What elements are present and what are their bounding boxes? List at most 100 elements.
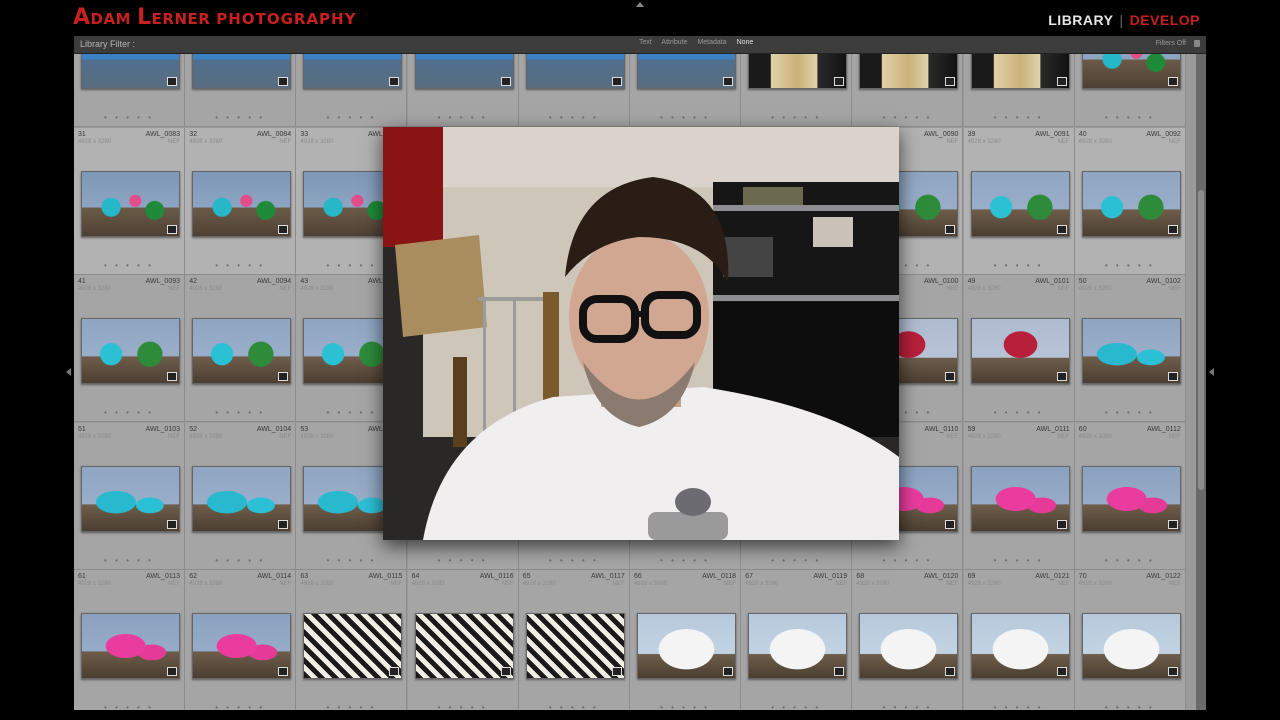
rating-dots[interactable]: • • • • • bbox=[185, 703, 295, 710]
photo-thumbnail[interactable] bbox=[970, 54, 1070, 89]
filter-tab-text[interactable]: Text bbox=[639, 39, 652, 46]
rating-dots[interactable]: • • • • • bbox=[296, 703, 406, 710]
thumbnail-cell[interactable]: 64 AWL_0116 4928 x 3280 NEF • • • • • bbox=[407, 570, 519, 710]
photo-thumbnail[interactable] bbox=[414, 54, 514, 89]
photo-thumbnail[interactable] bbox=[192, 613, 292, 679]
photo-thumbnail[interactable] bbox=[970, 170, 1070, 237]
rating-dots[interactable]: • • • • • bbox=[1075, 703, 1185, 710]
photo-thumbnail[interactable] bbox=[970, 318, 1070, 384]
photo-thumbnail[interactable] bbox=[637, 613, 736, 679]
thumbnail-cell[interactable]: 50 AWL_0102 4928 x 3280 NEF • • • • • bbox=[1074, 275, 1186, 422]
rating-dots[interactable]: • • • • • bbox=[852, 556, 962, 565]
photo-thumbnail[interactable] bbox=[192, 318, 292, 384]
photo-thumbnail[interactable] bbox=[859, 613, 959, 679]
thumbnail-cell[interactable]: 49 AWL_0101 4928 x 3280 NEF • • • • • bbox=[963, 275, 1075, 422]
photo-thumbnail[interactable] bbox=[192, 54, 292, 89]
thumbnail-cell[interactable]: 68 AWL_0120 4928 x 3280 NEF • • • • • bbox=[852, 570, 964, 710]
thumbnail-cell[interactable]: 39 AWL_0091 4928 x 3280 NEF • • • • • bbox=[963, 127, 1075, 275]
rating-dots[interactable]: • • • • • bbox=[185, 408, 295, 417]
photo-thumbnail[interactable] bbox=[1081, 54, 1181, 89]
thumbnail-cell[interactable]: 62 AWL_0114 4928 x 3280 NEF • • • • • bbox=[185, 570, 297, 710]
thumbnail-cell[interactable]: 63 AWL_0115 4928 x 3280 NEF • • • • • bbox=[296, 570, 408, 710]
rating-dots[interactable]: • • • • • bbox=[185, 261, 295, 270]
rating-dots[interactable]: • • • • • bbox=[185, 556, 295, 565]
thumbnail-cell[interactable]: 69 AWL_0121 4928 x 3280 NEF • • • • • bbox=[963, 570, 1075, 710]
thumbnail-cell[interactable]: 52 AWL_0104 4928 x 3280 NEF • • • • • bbox=[185, 422, 297, 570]
thumbnail-cell[interactable]: 65 AWL_0117 4928 x 3280 NEF • • • • • bbox=[518, 570, 630, 710]
thumbnail-cell[interactable]: • • • • • bbox=[630, 54, 741, 127]
rating-dots[interactable]: • • • • • bbox=[74, 113, 184, 122]
rating-dots[interactable]: • • • • • bbox=[630, 113, 740, 122]
photo-thumbnail[interactable] bbox=[525, 613, 625, 679]
thumbnail-cell[interactable]: 32 AWL_0084 4928 x 3280 NEF • • • • • bbox=[185, 127, 297, 275]
thumbnail-cell[interactable]: • • • • • bbox=[1074, 54, 1186, 127]
rating-dots[interactable]: • • • • • bbox=[408, 556, 518, 565]
rating-dots[interactable]: • • • • • bbox=[519, 703, 629, 710]
photo-thumbnail[interactable] bbox=[748, 613, 848, 679]
grid-scrollbar[interactable] bbox=[1196, 54, 1206, 710]
photo-thumbnail[interactable] bbox=[81, 170, 180, 237]
rating-dots[interactable]: • • • • • bbox=[74, 261, 184, 270]
photo-thumbnail[interactable] bbox=[970, 465, 1070, 532]
rating-dots[interactable]: • • • • • bbox=[185, 113, 295, 122]
rating-dots[interactable]: • • • • • bbox=[741, 703, 851, 710]
rating-dots[interactable]: • • • • • bbox=[1075, 408, 1185, 417]
develop-module-link[interactable]: DEVELOP bbox=[1130, 12, 1200, 28]
rating-dots[interactable]: • • • • • bbox=[964, 703, 1074, 710]
photo-thumbnail[interactable] bbox=[81, 318, 180, 384]
rating-dots[interactable]: • • • • • bbox=[741, 113, 851, 122]
rating-dots[interactable]: • • • • • bbox=[408, 113, 518, 122]
thumbnail-cell[interactable]: 70 AWL_0122 4928 x 3280 NEF • • • • • bbox=[1074, 570, 1186, 710]
thumbnail-cell[interactable]: 42 AWL_0094 4928 x 3280 NEF • • • • • bbox=[185, 275, 297, 422]
rating-dots[interactable]: • • • • • bbox=[630, 703, 740, 710]
filter-tab-none[interactable]: None bbox=[737, 39, 754, 46]
photo-thumbnail[interactable] bbox=[1081, 170, 1181, 237]
rating-dots[interactable]: • • • • • bbox=[741, 556, 851, 565]
rating-dots[interactable]: • • • • • bbox=[964, 556, 1074, 565]
photo-thumbnail[interactable] bbox=[81, 54, 180, 89]
library-module-link[interactable]: LIBRARY bbox=[1048, 12, 1113, 28]
rating-dots[interactable]: • • • • • bbox=[74, 408, 184, 417]
photo-thumbnail[interactable] bbox=[303, 613, 403, 679]
rating-dots[interactable]: • • • • • bbox=[852, 703, 962, 710]
filter-tab-attribute[interactable]: Attribute bbox=[661, 39, 687, 46]
thumbnail-cell[interactable]: 59 AWL_0111 4928 x 3280 NEF • • • • • bbox=[963, 422, 1075, 570]
thumbnail-cell[interactable]: • • • • • bbox=[852, 54, 964, 127]
rating-dots[interactable]: • • • • • bbox=[408, 703, 518, 710]
photo-thumbnail[interactable] bbox=[192, 170, 292, 237]
rating-dots[interactable]: • • • • • bbox=[519, 113, 629, 122]
photo-thumbnail[interactable] bbox=[748, 54, 848, 89]
thumbnail-cell[interactable]: • • • • • bbox=[741, 54, 853, 127]
thumbnail-cell[interactable]: 40 AWL_0092 4928 x 3280 NEF • • • • • bbox=[1074, 127, 1186, 275]
thumbnail-cell[interactable]: • • • • • bbox=[296, 54, 408, 127]
thumbnail-cell[interactable]: • • • • • bbox=[963, 54, 1075, 127]
rating-dots[interactable]: • • • • • bbox=[964, 113, 1074, 122]
scrollbar-thumb[interactable] bbox=[1198, 190, 1204, 490]
rating-dots[interactable]: • • • • • bbox=[74, 556, 184, 565]
thumbnail-cell[interactable]: 41 AWL_0093 4928 x 3280 NEF • • • • • bbox=[74, 275, 185, 422]
photo-thumbnail[interactable] bbox=[81, 613, 180, 679]
rating-dots[interactable]: • • • • • bbox=[296, 556, 406, 565]
thumbnail-cell[interactable]: 51 AWL_0103 4928 x 3280 NEF • • • • • bbox=[74, 422, 185, 570]
photo-thumbnail[interactable] bbox=[859, 54, 959, 89]
rating-dots[interactable]: • • • • • bbox=[630, 556, 740, 565]
filter-preset-select[interactable]: Filters Off bbox=[1156, 40, 1186, 47]
photo-thumbnail[interactable] bbox=[970, 613, 1070, 679]
rating-dots[interactable]: • • • • • bbox=[1075, 113, 1185, 122]
thumbnail-cell[interactable]: 61 AWL_0113 4928 x 3280 NEF • • • • • bbox=[74, 570, 185, 710]
photo-thumbnail[interactable] bbox=[303, 54, 403, 89]
thumbnail-cell[interactable]: • • • • • bbox=[74, 54, 185, 127]
thumbnail-cell[interactable]: 60 AWL_0112 4928 x 3280 NEF • • • • • bbox=[1074, 422, 1186, 570]
thumbnail-cell[interactable]: 31 AWL_0083 4928 x 3280 NEF • • • • • bbox=[74, 127, 185, 275]
collapse-top-panel-icon[interactable] bbox=[636, 2, 644, 7]
photo-thumbnail[interactable] bbox=[525, 54, 625, 89]
rating-dots[interactable]: • • • • • bbox=[964, 261, 1074, 270]
rating-dots[interactable]: • • • • • bbox=[964, 408, 1074, 417]
rating-dots[interactable]: • • • • • bbox=[74, 703, 184, 710]
photo-thumbnail[interactable] bbox=[81, 465, 180, 532]
rating-dots[interactable]: • • • • • bbox=[852, 113, 962, 122]
thumbnail-cell[interactable]: • • • • • bbox=[407, 54, 519, 127]
rating-dots[interactable]: • • • • • bbox=[1075, 261, 1185, 270]
thumbnail-cell[interactable]: • • • • • bbox=[518, 54, 630, 127]
collapse-left-panel-icon[interactable] bbox=[66, 368, 71, 376]
